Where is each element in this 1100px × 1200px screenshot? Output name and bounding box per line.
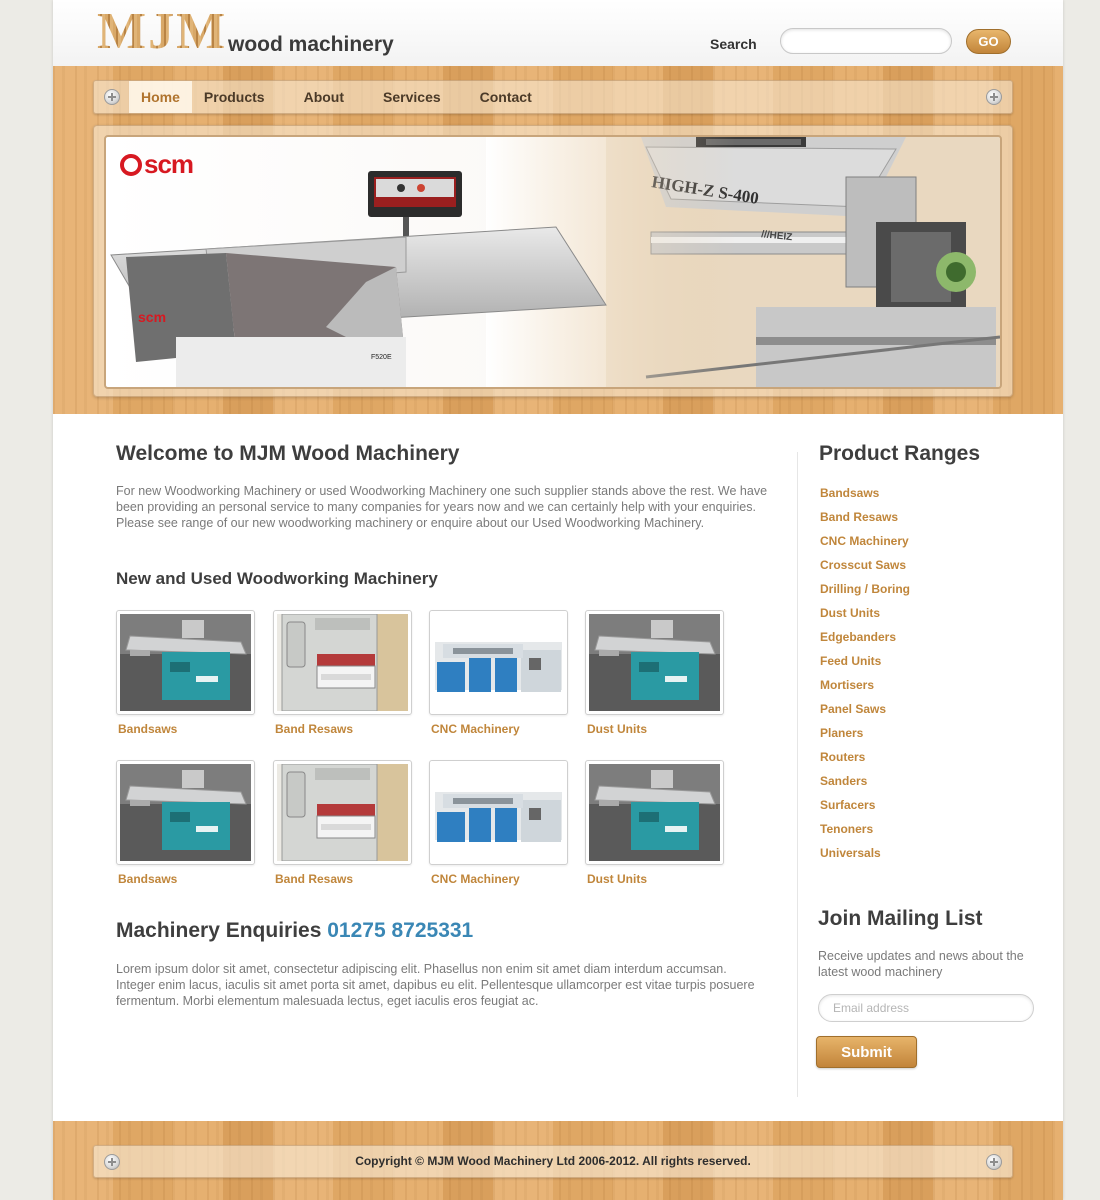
product-card[interactable]: CNC Machinery [429,760,569,886]
product-link[interactable]: Dust Units [587,872,647,886]
enquiries-title-text: Machinery Enquiries [116,919,322,942]
column-divider [797,452,798,1097]
machinery-section-title: New and Used Woodworking Machinery [116,569,438,588]
product-range-link[interactable]: Drilling / Boring [820,582,910,596]
copyright-text: Copyright © MJM Wood Machinery Ltd 2006-… [355,1154,751,1168]
product-link[interactable]: Dust Units [587,722,647,736]
product-range-link[interactable]: CNC Machinery [820,534,909,548]
banner-left-badge: scm [138,309,166,325]
machinery-banner-illustration: HIGH-Z S-400 ///HEIZ scm F5 [110,137,1000,387]
product-card[interactable]: Dust Units [585,760,725,886]
scm-brand-logo: scm [120,149,194,180]
product-card[interactable]: Bandsaws [116,760,256,886]
hero-banner[interactable]: HIGH-Z S-400 ///HEIZ scm F5 [104,135,1002,389]
banner-left-model: F520E [371,354,392,361]
product-card[interactable]: CNC Machinery [429,610,569,736]
product-thumbnail[interactable] [273,610,412,715]
wood-header-band: Home Products About Services Contact S-4… [53,66,1063,414]
enquiries-text: Lorem ipsum dolor sit amet, consectetur … [116,962,755,1008]
site-logo[interactable]: MJM [97,6,227,58]
product-card[interactable]: Bandsaws [116,610,256,736]
product-range-link[interactable]: Band Resaws [820,510,898,524]
product-range-link[interactable]: Dust Units [820,606,880,620]
mailing-list-text: Receive updates and news about the lates… [818,949,1024,979]
search-input[interactable] [780,28,952,54]
nav-item-contact[interactable]: Contact [468,81,544,113]
product-link[interactable]: Band Resaws [275,872,353,886]
list-item: Planers [820,724,910,748]
enquiries-phone[interactable]: 01275 8725331 [327,919,473,942]
list-item: Edgebanders [820,628,910,652]
product-range-link[interactable]: Sanders [820,774,867,788]
page: MJM wood machinery Search GO Home Product… [53,0,1063,1200]
product-thumbnail[interactable] [273,760,412,865]
list-item: Bandsaws [820,484,910,508]
product-link[interactable]: Bandsaws [118,872,177,886]
list-item: Crosscut Saws [820,556,910,580]
list-item: Dust Units [820,604,910,628]
list-item: Surfacers [820,796,910,820]
product-thumbnail[interactable] [429,760,568,865]
product-range-link[interactable]: Mortisers [820,678,874,692]
submit-button[interactable]: Submit [816,1036,917,1068]
site-header: MJM wood machinery Search GO [53,0,1063,66]
site-footer: Copyright © MJM Wood Machinery Ltd 2006-… [53,1121,1063,1200]
list-item: Mortisers [820,676,910,700]
list-item: Universals [820,844,910,868]
product-range-link[interactable]: Routers [820,750,865,764]
product-thumbnail[interactable] [585,760,724,865]
product-range-link[interactable]: Bandsaws [820,486,879,500]
main-nav: Home Products About Services Contact [93,80,1013,114]
product-thumbnail[interactable] [429,610,568,715]
site-tagline: wood machinery [228,33,394,56]
product-ranges-list: Bandsaws Band Resaws CNC Machinery Crosscut… [820,484,910,868]
product-thumbnail[interactable] [116,610,255,715]
scm-logo-text: scm [144,149,194,179]
list-item: Feed Units [820,652,910,676]
product-thumbnail[interactable] [585,610,724,715]
welcome-title: Welcome to MJM Wood Machinery [116,442,460,465]
screw-icon [986,1154,1002,1170]
product-range-link[interactable]: Universals [820,846,881,860]
mailing-list-title: Join Mailing List [818,907,983,930]
product-link[interactable]: Band Resaws [275,722,353,736]
product-ranges-title: Product Ranges [819,442,981,465]
banner-frame: HIGH-Z S-400 ///HEIZ scm F5 [93,125,1013,397]
welcome-text: For new Woodworking Machinery or used Wo… [116,484,768,530]
enquiries-title: Machinery Enquiries 01275 8725331 [116,919,473,943]
product-card[interactable]: Band Resaws [273,610,413,736]
list-item: Panel Saws [820,700,910,724]
product-link[interactable]: CNC Machinery [431,722,520,736]
list-item: Tenoners [820,820,910,844]
list-item: CNC Machinery [820,532,910,556]
footer-bar: Copyright © MJM Wood Machinery Ltd 2006-… [93,1145,1013,1178]
nav-items: Home Products About Services Contact [129,81,559,113]
nav-item-home[interactable]: Home [129,81,192,113]
search-go-button[interactable]: GO [966,29,1011,54]
product-card[interactable]: Band Resaws [273,760,413,886]
product-range-link[interactable]: Panel Saws [820,702,886,716]
list-item: Routers [820,748,910,772]
list-item: Drilling / Boring [820,580,910,604]
email-field[interactable] [818,994,1034,1022]
nav-item-services[interactable]: Services [371,81,453,113]
product-link[interactable]: CNC Machinery [431,872,520,886]
screw-icon [104,89,120,105]
product-range-link[interactable]: Feed Units [820,654,881,668]
scm-logo-icon [120,154,142,176]
product-range-link[interactable]: Planers [820,726,863,740]
product-link[interactable]: Bandsaws [118,722,177,736]
nav-item-about[interactable]: About [292,81,356,113]
screw-icon [986,89,1002,105]
product-card[interactable]: Dust Units [585,610,725,736]
product-range-link[interactable]: Surfacers [820,798,875,812]
product-range-link[interactable]: Edgebanders [820,630,896,644]
product-thumbnail[interactable] [116,760,255,865]
nav-item-products[interactable]: Products [192,81,277,113]
list-item: Sanders [820,772,910,796]
product-range-link[interactable]: Crosscut Saws [820,558,906,572]
product-range-link[interactable]: Tenoners [820,822,873,836]
search-label: Search [710,36,757,52]
list-item: Band Resaws [820,508,910,532]
